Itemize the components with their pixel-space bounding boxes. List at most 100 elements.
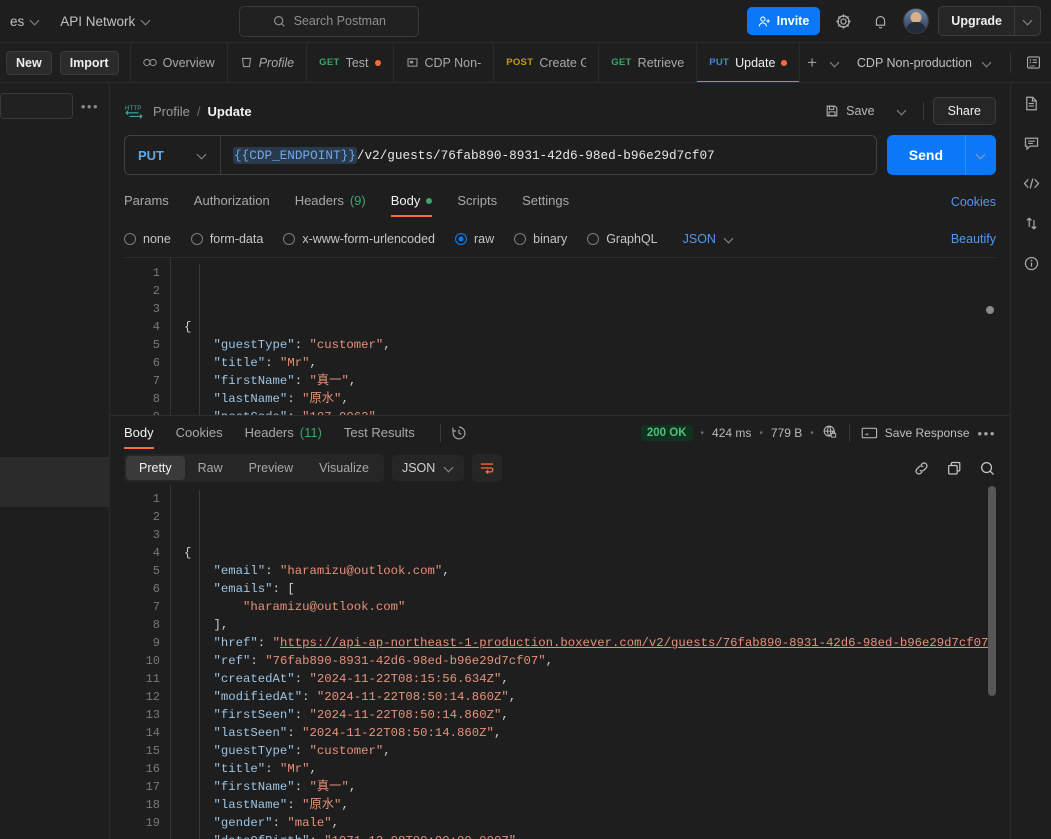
send-button[interactable]: Send <box>887 135 965 175</box>
share-button[interactable]: Share <box>933 97 996 125</box>
save-response-button[interactable]: ⇥ Save Response <box>861 426 970 440</box>
sidebar-more-button[interactable]: ••• <box>79 99 101 114</box>
tab-params[interactable]: Params <box>124 186 169 217</box>
cookies-link[interactable]: Cookies <box>951 195 996 209</box>
tab-list-menu-button[interactable] <box>824 43 847 82</box>
tab-authorization[interactable]: Authorization <box>194 186 270 217</box>
request-code[interactable]: { "guestType": "customer", "title": "Mr"… <box>170 258 996 415</box>
comments-button[interactable] <box>1017 129 1045 157</box>
code-token: , <box>546 654 553 668</box>
response-scrollbar-thumb[interactable] <box>988 486 996 696</box>
url-input[interactable]: {{CDP_ENDPOINT}}/v2/guests/76fab890-8931… <box>221 136 876 174</box>
documentation-button[interactable] <box>1017 89 1045 117</box>
request-body-editor[interactable]: 123456789 { "guestType": "customer", "ti… <box>124 257 996 415</box>
code-token: , <box>383 744 390 758</box>
sidebar-selected-item[interactable] <box>0 457 109 507</box>
code-token[interactable]: https://api-ap-northeast-1-production.bo… <box>280 636 988 650</box>
response-tab-headers[interactable]: Headers (11) <box>245 417 322 449</box>
invite-button[interactable]: Invite <box>747 7 821 35</box>
request-actions: Save Share <box>816 97 996 125</box>
response-tab-body[interactable]: Body <box>124 417 154 449</box>
code-token: : <box>265 564 280 578</box>
sidebar-filter-input[interactable] <box>0 93 73 119</box>
body-type-urlencoded[interactable]: x-www-form-urlencoded <box>283 232 435 246</box>
view-mode-pretty[interactable]: Pretty <box>126 456 185 480</box>
search-response-button[interactable] <box>979 460 996 477</box>
upgrade-menu-button[interactable] <box>1014 7 1040 35</box>
response-tab-cookies[interactable]: Cookies <box>176 417 223 449</box>
tab-settings[interactable]: Settings <box>522 186 569 217</box>
code-snippet-button[interactable] <box>1017 169 1045 197</box>
environment-selector[interactable]: CDP Non-production <box>847 51 1002 75</box>
send-options-button[interactable] <box>965 135 996 175</box>
response-code[interactable]: { "email": "haramizu@outlook.com", "emai… <box>170 484 996 839</box>
code-token: " <box>273 636 280 650</box>
body-type-form-data[interactable]: form-data <box>191 232 264 246</box>
tab-headers[interactable]: Headers (9) <box>295 186 366 217</box>
search-icon <box>979 460 996 477</box>
line-number: 9 <box>124 634 160 652</box>
search-input[interactable]: Search Postman <box>239 6 419 37</box>
settings-button[interactable] <box>829 7 857 35</box>
body-type-none[interactable]: none <box>124 232 171 246</box>
workspace-switcher[interactable]: es <box>0 8 50 35</box>
request-scrollbar-thumb[interactable] <box>986 306 994 314</box>
view-mode-preview[interactable]: Preview <box>236 456 306 480</box>
response-body-editor[interactable]: 12345678910111213141516171819 { "email":… <box>124 484 996 839</box>
response-more-button[interactable]: ••• <box>978 426 996 441</box>
code-token: : <box>295 374 310 388</box>
tab-label: Params <box>124 193 169 208</box>
tab-body[interactable]: Body <box>391 186 433 217</box>
response-tab-test-results[interactable]: Test Results <box>344 417 415 449</box>
copy-link-button[interactable] <box>913 460 930 477</box>
body-type-graphql[interactable]: GraphQL <box>587 232 657 246</box>
tab-scripts[interactable]: Scripts <box>457 186 497 217</box>
save-options-button[interactable] <box>890 98 914 124</box>
response-format-selector[interactable]: JSON <box>392 455 464 481</box>
code-line: ], <box>184 616 996 634</box>
code-token: "Mr" <box>280 762 310 776</box>
copy-response-button[interactable] <box>946 460 963 477</box>
gear-icon <box>835 13 852 30</box>
invite-person-icon <box>758 15 771 28</box>
body-type-raw[interactable]: raw <box>455 232 494 246</box>
view-mode-visualize[interactable]: Visualize <box>306 456 382 480</box>
view-mode-raw[interactable]: Raw <box>185 456 236 480</box>
tab-label: Profile <box>259 56 294 70</box>
new-tab-button[interactable]: + <box>800 43 823 82</box>
avatar[interactable] <box>903 8 929 34</box>
new-import-group: New Import <box>0 43 131 82</box>
body-type-binary[interactable]: binary <box>514 232 567 246</box>
method-selector[interactable]: PUT <box>125 136 221 174</box>
documentation-icon <box>1023 95 1040 112</box>
search-icon <box>273 15 286 28</box>
tab-profile[interactable]: Profile <box>228 43 307 82</box>
upgrade-button[interactable]: Upgrade <box>939 7 1014 35</box>
response-history-button[interactable] <box>451 425 467 441</box>
tab-create-guest[interactable]: POST Create G <box>494 43 599 82</box>
environment-quick-look-button[interactable]: x≡ <box>1019 49 1047 77</box>
tab-test[interactable]: GET Test <box>307 43 393 82</box>
notifications-button[interactable] <box>866 7 894 35</box>
raw-format-selector[interactable]: JSON <box>678 229 739 249</box>
request-scrollbar-track[interactable] <box>986 258 994 415</box>
network-lock-icon[interactable] <box>822 424 838 443</box>
tab-retrieve[interactable]: GET Retrieve <box>599 43 697 82</box>
code-token: : <box>295 708 310 722</box>
sync-button[interactable] <box>1017 209 1045 237</box>
tab-update[interactable]: PUT Update <box>697 43 800 82</box>
indent-guide <box>199 264 200 415</box>
beautify-button[interactable]: Beautify <box>951 232 996 246</box>
response-size: 779 B <box>771 426 802 440</box>
save-button[interactable]: Save <box>816 99 884 123</box>
new-button[interactable]: New <box>6 51 52 75</box>
tab-overview[interactable]: Overview <box>131 43 228 82</box>
import-button[interactable]: Import <box>60 51 119 75</box>
info-button[interactable] <box>1017 249 1045 277</box>
word-wrap-button[interactable] <box>472 454 502 482</box>
response-scrollbar-track[interactable] <box>988 484 996 839</box>
api-network-menu[interactable]: API Network <box>50 8 161 35</box>
tab-cdp-non-production[interactable]: CDP Non- <box>394 43 495 82</box>
breadcrumb-parent[interactable]: Profile <box>153 104 190 119</box>
global-search-wrap: Search Postman <box>239 6 419 37</box>
